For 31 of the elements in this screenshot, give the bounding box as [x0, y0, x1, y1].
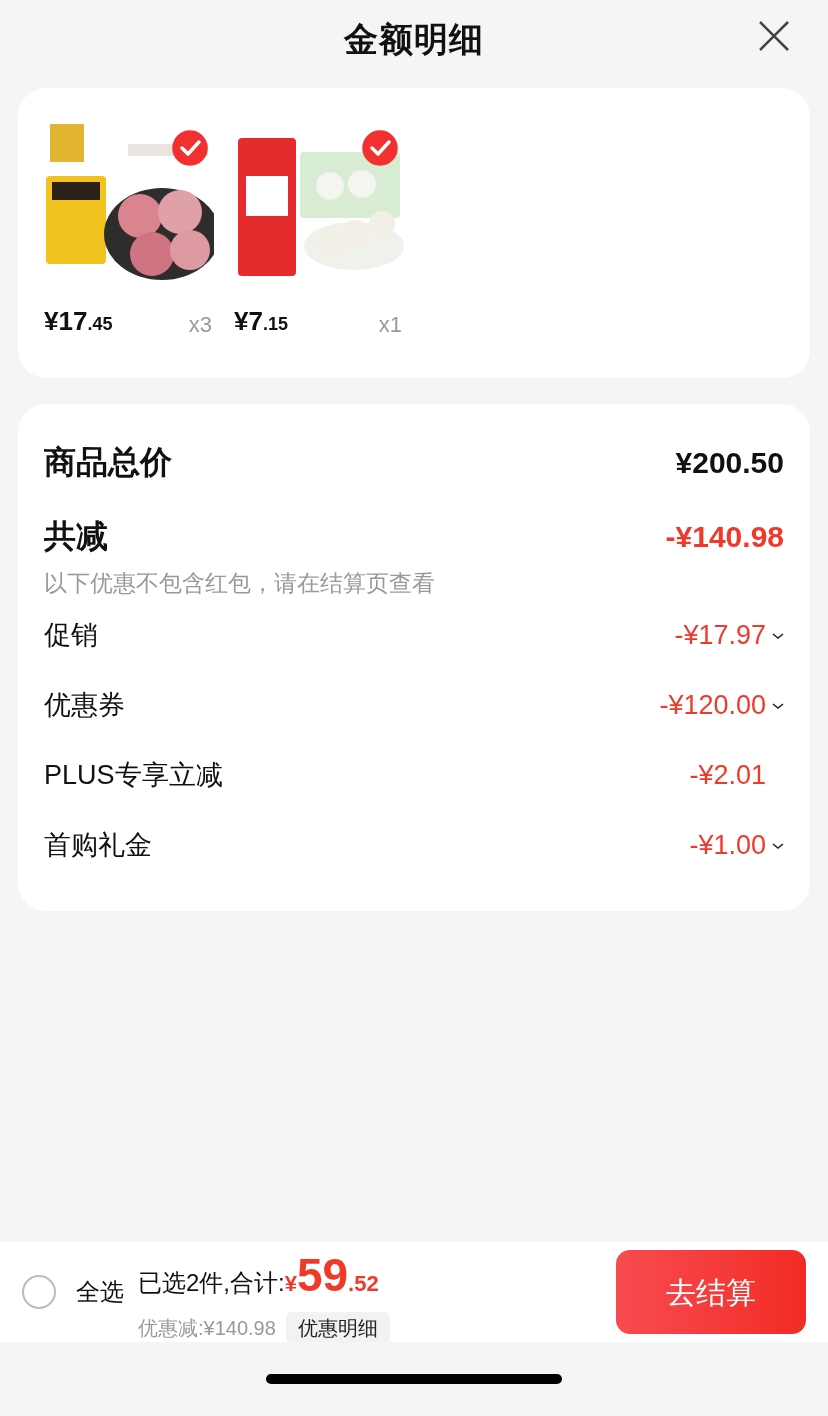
- discount-label: 促销: [44, 619, 98, 653]
- discount-label: PLUS专享立减: [44, 759, 223, 793]
- chevron-down-icon[interactable]: [772, 701, 784, 710]
- selected-summary: 已选2件,合计:: [138, 1267, 285, 1298]
- window-title: 金额明细: [344, 18, 484, 60]
- total-price: ¥59.52: [284, 1247, 379, 1303]
- summary-label: 商品总价: [44, 443, 172, 482]
- product-quantity: x1: [378, 311, 402, 339]
- discount-value: -¥140.98: [665, 518, 784, 555]
- check-icon[interactable]: [362, 130, 398, 166]
- chevron-down-icon[interactable]: [772, 841, 784, 850]
- close-icon[interactable]: [758, 20, 790, 52]
- product-price: ¥7.15: [234, 305, 288, 338]
- discount-amount: -¥17.97: [674, 619, 766, 653]
- saved-amount: 优惠减:¥140.98: [138, 1315, 276, 1341]
- select-all-radio[interactable]: [22, 1275, 56, 1309]
- discount-details-button[interactable]: 优惠明细: [285, 1311, 390, 1344]
- checkout-button[interactable]: 去结算: [616, 1250, 806, 1334]
- summary-label: 共减: [44, 517, 108, 556]
- product-price: ¥17.45: [44, 305, 113, 338]
- select-all-label[interactable]: 全选: [76, 1274, 124, 1310]
- chevron-down-icon[interactable]: [772, 631, 784, 640]
- check-icon[interactable]: [172, 130, 208, 166]
- discount-label: 优惠券: [44, 689, 125, 723]
- discount-amount: -¥2.01: [689, 759, 766, 793]
- discount-label: 首购礼金: [44, 829, 152, 863]
- product-quantity: x3: [188, 311, 212, 339]
- discount-note: 以下优惠不包含红包，请在结算页查看: [44, 569, 436, 598]
- summary-value: ¥200.50: [675, 444, 784, 481]
- discount-amount: -¥1.00: [689, 829, 766, 863]
- discount-amount: -¥120.00: [659, 689, 766, 723]
